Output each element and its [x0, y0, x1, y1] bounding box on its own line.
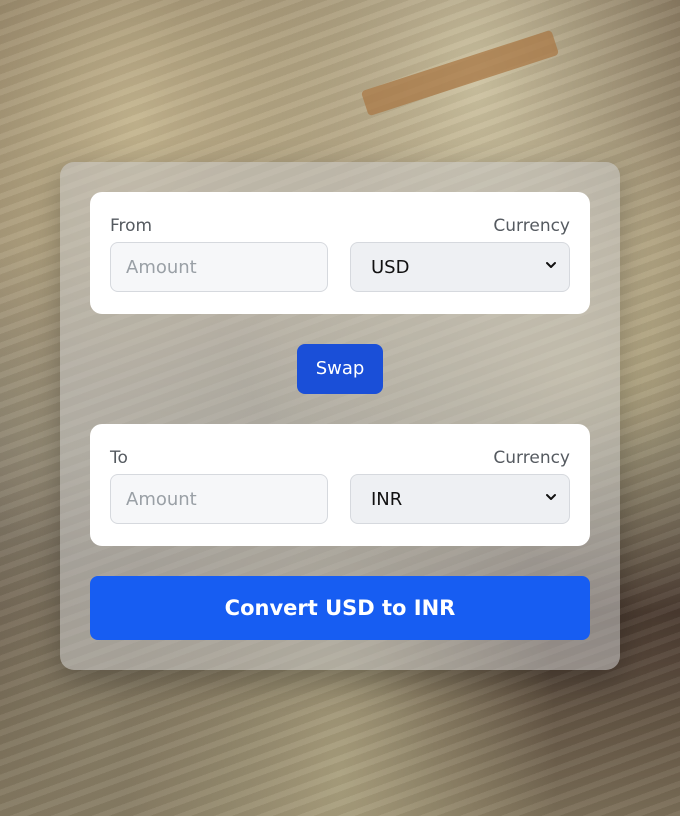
- to-currency-select[interactable]: INR: [350, 474, 570, 524]
- swap-button[interactable]: Swap: [297, 344, 383, 394]
- chevron-down-icon: [546, 262, 556, 268]
- to-currency-label: Currency: [493, 448, 570, 468]
- from-amount-input[interactable]: [110, 242, 328, 292]
- from-label: From: [110, 216, 153, 236]
- from-card: From Currency USD: [90, 192, 590, 314]
- convert-button[interactable]: Convert USD to INR: [90, 576, 590, 640]
- to-amount-input[interactable]: [110, 474, 328, 524]
- from-currency-select[interactable]: USD: [350, 242, 570, 292]
- to-label: To: [110, 448, 128, 468]
- to-card: To Currency INR: [90, 424, 590, 546]
- from-currency-label: Currency: [493, 216, 570, 236]
- from-currency-value: USD: [371, 257, 410, 278]
- to-currency-value: INR: [371, 489, 403, 510]
- chevron-down-icon: [546, 494, 556, 500]
